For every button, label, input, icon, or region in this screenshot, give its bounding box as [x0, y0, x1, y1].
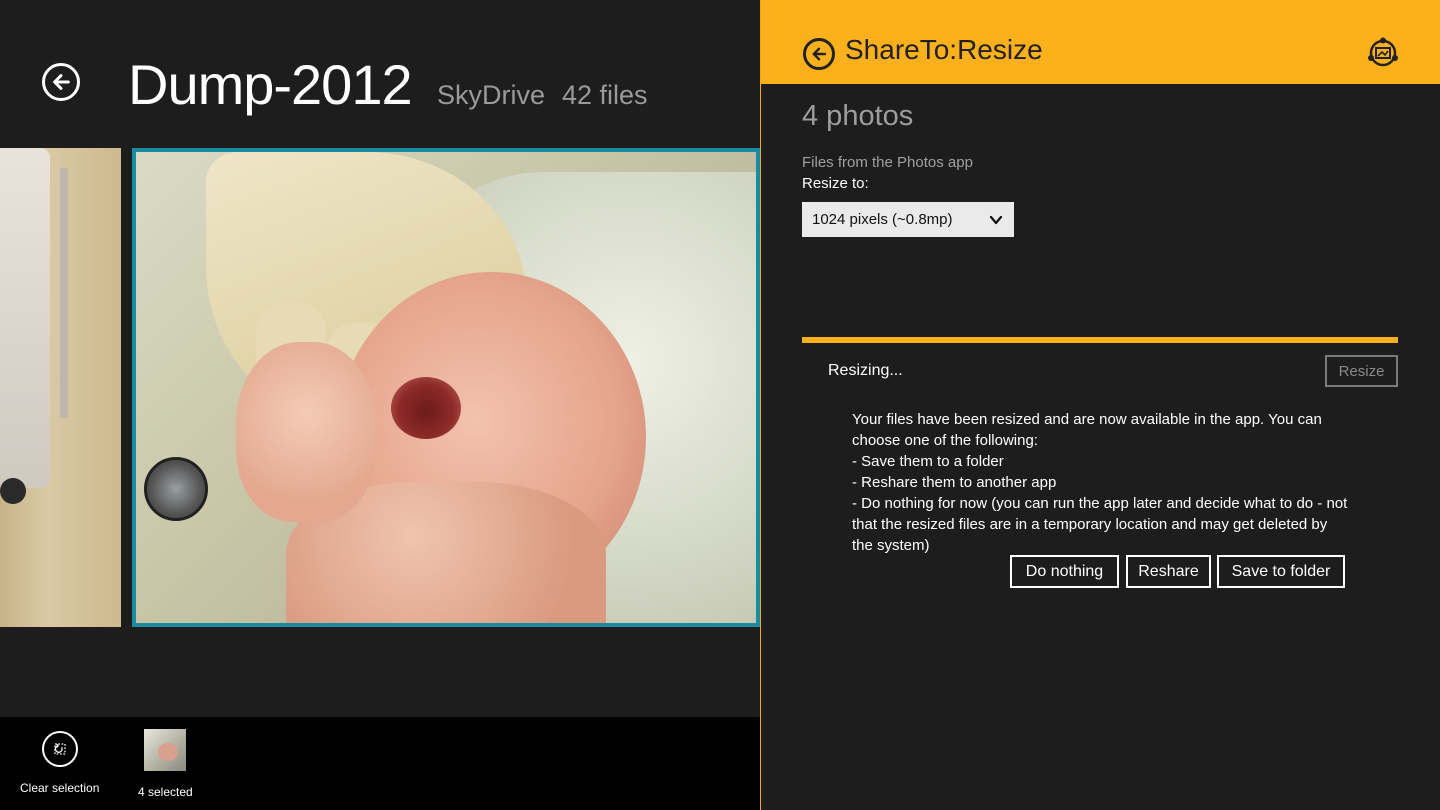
- clear-selection-button[interactable]: Clear selection: [20, 731, 99, 795]
- chevron-down-icon: [989, 215, 1003, 224]
- photos-app: Dump-2012 SkyDrive 42 files Clear select…: [0, 0, 760, 810]
- files-source-label: Files from the Photos app: [802, 154, 973, 171]
- message-line: Your files have been resized and are now…: [852, 411, 1322, 449]
- share-pane-header: ShareTo:Resize: [761, 0, 1440, 84]
- shareto-app-icon: [1368, 37, 1398, 67]
- photos-count: 4 photos: [802, 100, 914, 132]
- resize-progress-bar: [802, 337, 1398, 343]
- photo-thumbnail[interactable]: [0, 148, 121, 627]
- back-button[interactable]: [42, 63, 80, 101]
- resize-size-select[interactable]: 1024 pixels (~0.8mp): [802, 202, 1014, 237]
- selected-photo[interactable]: [132, 148, 760, 627]
- clear-selection-icon: [41, 731, 78, 767]
- message-line: - Do nothing for now (you can run the ap…: [852, 495, 1348, 554]
- selected-count-label: 4 selected: [138, 785, 193, 799]
- message-line: - Save them to a folder: [852, 453, 1004, 470]
- message-line: - Reshare them to another app: [852, 474, 1057, 491]
- photo-content: [144, 457, 208, 521]
- photo-content: [236, 342, 376, 522]
- do-nothing-button[interactable]: Do nothing: [1010, 555, 1119, 588]
- reshare-button[interactable]: Reshare: [1126, 555, 1211, 588]
- folder-title: Dump-2012: [128, 53, 413, 116]
- app-bar: Clear selection 4 selected: [0, 717, 760, 810]
- save-to-folder-button[interactable]: Save to folder: [1217, 555, 1345, 588]
- resize-to-label: Resize to:: [802, 175, 869, 192]
- share-pane-title: ShareTo:Resize: [845, 34, 1043, 65]
- resize-button[interactable]: Resize: [1325, 355, 1398, 387]
- folder-file-count: 42 files: [562, 80, 648, 110]
- selected-thumbnail: [144, 729, 187, 771]
- resize-size-value: 1024 pixels (~0.8mp): [812, 211, 953, 228]
- photo-content: [0, 478, 26, 504]
- result-message: Your files have been resized and are now…: [852, 409, 1352, 556]
- photo-content: [391, 377, 461, 439]
- share-pane: ShareTo:Resize 4 photos Files from the P…: [760, 0, 1440, 810]
- selected-items-button[interactable]: 4 selected: [138, 729, 193, 799]
- folder-source: SkyDrive: [437, 80, 546, 110]
- photo-content: [0, 148, 50, 488]
- back-arrow-icon: [812, 47, 827, 61]
- clear-selection-label: Clear selection: [20, 781, 100, 795]
- resize-progress-fill: [802, 337, 1398, 343]
- share-back-button[interactable]: [803, 38, 835, 70]
- photo-content: [60, 168, 68, 418]
- back-arrow-icon: [53, 74, 70, 90]
- resize-status: Resizing...: [828, 362, 903, 379]
